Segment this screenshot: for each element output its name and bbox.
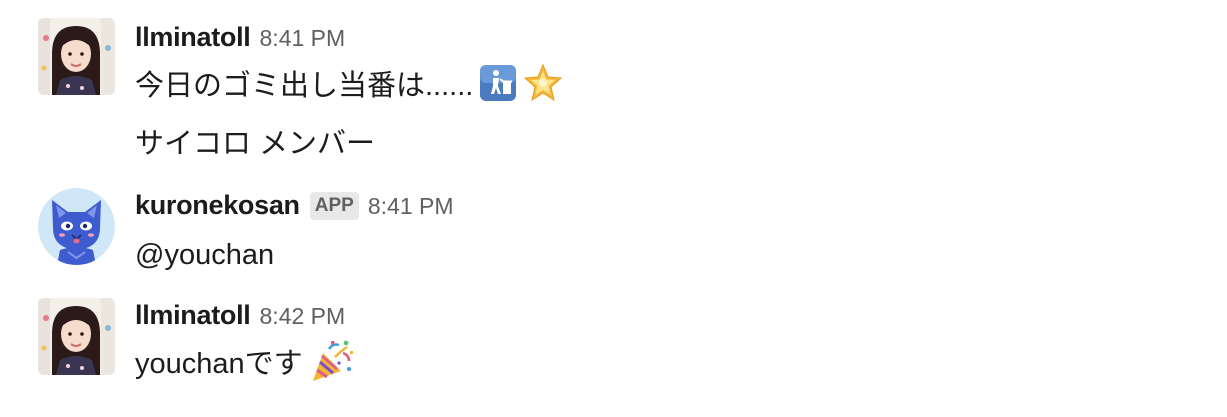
app-badge: APP	[309, 192, 359, 220]
message-header: llminatoll 8:41 PM	[135, 22, 345, 56]
avatar[interactable]	[38, 188, 115, 265]
girl-photo-avatar-icon	[38, 298, 115, 375]
timestamp[interactable]: 8:42 PM	[260, 303, 346, 330]
girl-photo-avatar-icon	[38, 18, 115, 95]
message-text-line: サイコロ メンバー	[135, 128, 376, 160]
avatar[interactable]	[38, 298, 115, 375]
message-text: @youchan	[135, 234, 274, 276]
username[interactable]: llminatoll	[135, 300, 251, 331]
star-glow-icon	[523, 63, 563, 102]
timestamp[interactable]: 8:41 PM	[260, 25, 346, 52]
message-text-line: 今日のゴミ出し当番は......	[135, 70, 474, 102]
username[interactable]: llminatoll	[135, 22, 251, 53]
message-text-line: youchanです	[135, 348, 303, 380]
message-text: サイコロ メンバー	[135, 120, 375, 162]
user-mention[interactable]: @youchan	[135, 239, 274, 272]
wastebasket-icon	[479, 64, 517, 102]
blue-cat-avatar-icon	[38, 188, 115, 265]
username[interactable]: kuronekosan	[135, 190, 300, 221]
message-header: kuronekosan APP 8:41 PM	[135, 190, 454, 224]
avatar[interactable]	[38, 18, 115, 95]
party-popper-icon	[309, 339, 353, 383]
timestamp[interactable]: 8:41 PM	[368, 193, 454, 220]
message-text: 今日のゴミ出し当番は......	[135, 62, 563, 104]
message-text: youchanです	[135, 340, 353, 382]
message-header: llminatoll 8:42 PM	[135, 300, 345, 334]
